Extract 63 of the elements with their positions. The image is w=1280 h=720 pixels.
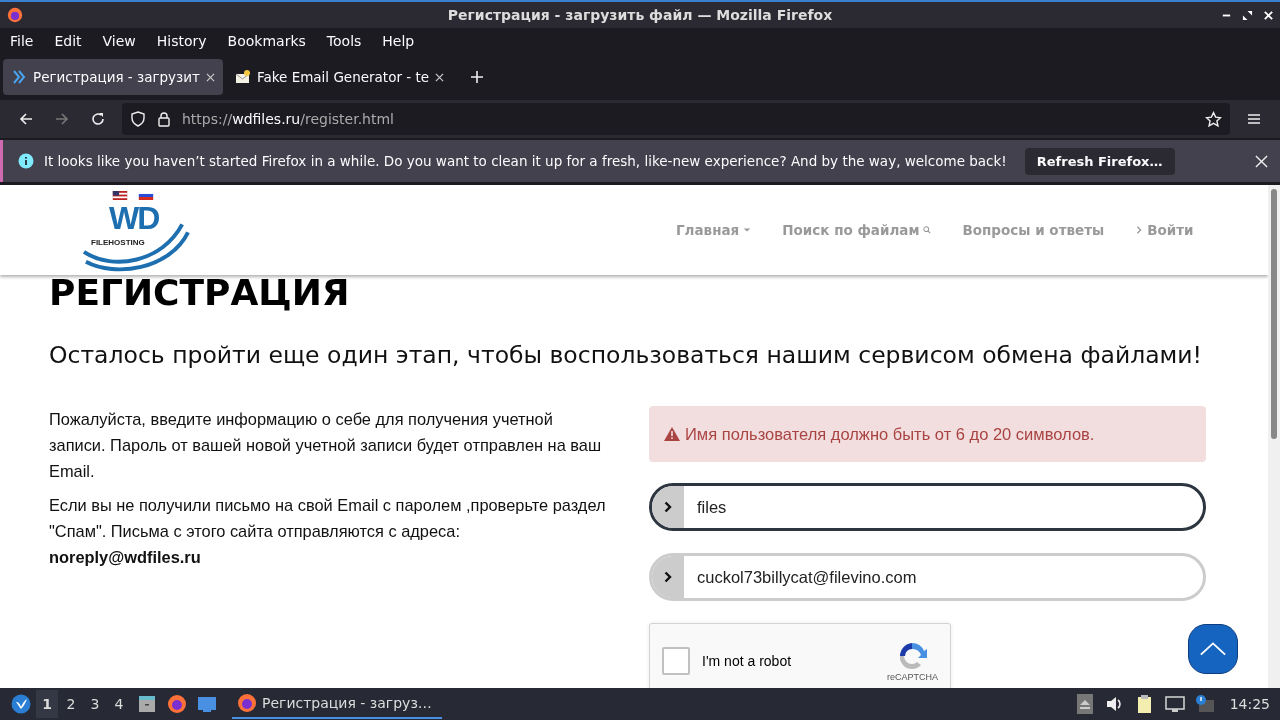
file-cabinet-icon[interactable] xyxy=(137,694,157,714)
info-paragraph: Если вы не получили письмо на свой Email с паролем ,проверьте раздел "Спам". Письма с этого сайта отправляются с адреса: noreply@wdfiles.ru xyxy=(49,495,607,568)
star-icon[interactable] xyxy=(1205,110,1222,128)
forward-icon[interactable] xyxy=(54,111,70,127)
window-title: Регистрация - загрузить файл — Mozilla Firefox xyxy=(446,7,834,23)
menu-icon[interactable] xyxy=(1246,111,1262,127)
info-icon xyxy=(18,153,34,169)
close-icon[interactable] xyxy=(435,72,444,82)
input-field[interactable]: cuckol73billycat@filevino.com xyxy=(649,553,1206,601)
menu-item[interactable]: File xyxy=(10,33,34,49)
firefox-icon xyxy=(6,6,24,24)
shield-icon xyxy=(130,111,146,127)
input-field[interactable]: files xyxy=(649,483,1206,531)
notification-icon[interactable] xyxy=(1194,694,1215,714)
chevron-icon xyxy=(664,571,672,583)
workspace-button[interactable]: 4 xyxy=(108,690,130,718)
menu-item[interactable]: View xyxy=(102,33,136,49)
chevron-icon xyxy=(664,501,672,513)
workspace-button[interactable]: 2 xyxy=(60,690,82,718)
menu-item[interactable]: Bookmarks xyxy=(227,33,306,49)
browser-tab[interactable]: Регистрация - загрузит xyxy=(3,59,223,95)
caret-icon xyxy=(743,226,752,234)
reload-icon[interactable] xyxy=(90,111,106,127)
chevrons-icon xyxy=(11,69,27,85)
chevron-icon xyxy=(1135,226,1144,234)
plus-icon[interactable] xyxy=(470,70,484,84)
scroll-to-top-button[interactable] xyxy=(1188,624,1238,674)
lock-icon xyxy=(156,111,172,127)
menu-item[interactable]: Tools xyxy=(326,33,362,49)
window-icon[interactable] xyxy=(197,694,217,714)
start-menu-icon[interactable] xyxy=(11,694,31,714)
page-subheading: Осталось пройти еще один этап, чтобы воспользоваться нашим сервисом обмена файлами! xyxy=(49,341,1204,369)
page-heading: РЕГИСТРАЦИЯ xyxy=(49,275,351,311)
scrollbar-thumb[interactable] xyxy=(1271,189,1277,439)
workspace-button[interactable]: 3 xyxy=(84,690,106,718)
checkbox[interactable] xyxy=(662,647,690,675)
firefox-icon xyxy=(237,693,257,713)
network-icon[interactable] xyxy=(1164,694,1185,714)
back-icon[interactable] xyxy=(18,111,34,127)
site-logo[interactable]: WD FILEHOSTING xyxy=(82,199,190,270)
info-paragraph: Пожалуйста, введите информацию о себе для получения учетной записи. Пароль от вашей новой учетной записи будет отправлен на ваш Email. xyxy=(49,409,603,482)
menu-item[interactable]: History xyxy=(156,33,207,49)
firefox-icon[interactable] xyxy=(167,694,187,714)
menu-item[interactable]: Help xyxy=(382,33,415,49)
flag-icon[interactable] xyxy=(112,190,128,200)
address-bar[interactable]: https://wdfiles.ru/register.html xyxy=(122,103,1230,135)
taskbar-task[interactable]: Регистрация - загруз… xyxy=(232,689,442,719)
search-icon xyxy=(923,226,932,234)
warning-icon xyxy=(664,427,680,441)
envelope-icon xyxy=(234,69,251,85)
notification-text: It looks like you haven’t started Firefox in a while. Do you want to clean it up for a fresh, like-new experience? And by the way, welcome back! xyxy=(44,153,1007,169)
browser-tab[interactable]: Fake Email Generator - te xyxy=(226,59,452,95)
captcha-label: I'm not a robot xyxy=(702,653,792,669)
refresh-button[interactable]: Refresh Firefox… xyxy=(1024,147,1175,175)
menu-item[interactable]: Edit xyxy=(54,33,82,49)
close-icon[interactable] xyxy=(205,72,215,82)
clock: 14:25 xyxy=(1229,696,1270,712)
chevron-up-icon xyxy=(1199,641,1227,657)
error-text: Имя пользователя должно быть от 6 до 20 символов. xyxy=(685,424,1095,444)
workspace-button[interactable]: 1 xyxy=(36,690,58,718)
maximize-icon[interactable] xyxy=(1242,9,1253,21)
captcha-brand: reCAPTCHA xyxy=(887,672,938,682)
eject-icon[interactable] xyxy=(1074,694,1095,714)
